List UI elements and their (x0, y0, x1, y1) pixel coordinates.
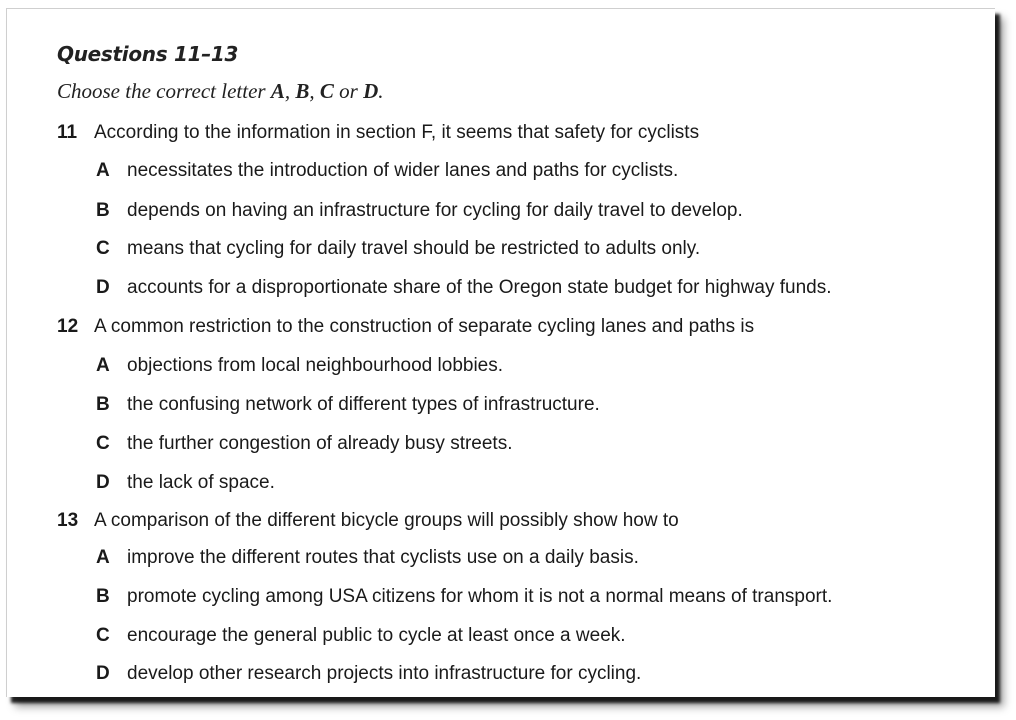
answer-option[interactable]: Aimprove the different routes that cycli… (96, 546, 639, 570)
option-text: depends on having an infrastructure for … (127, 200, 743, 221)
question-number: 13 (57, 510, 79, 531)
answer-option[interactable]: Cmeans that cycling for daily travel sho… (96, 237, 700, 261)
instruction-or: or (333, 79, 364, 103)
answer-option[interactable]: Bpromote cycling among USA citizens for … (96, 585, 832, 609)
option-text: improve the different routes that cyclis… (127, 547, 639, 568)
option-text: encourage the general public to cycle at… (127, 625, 626, 646)
instruction-letter-b: B (295, 79, 310, 103)
instruction-separator: , (309, 79, 320, 103)
option-text: objections from local neighbourhood lobb… (127, 355, 504, 376)
option-letter: B (96, 200, 110, 221)
question-page: Questions 11–13 Choose the correct lette… (6, 8, 995, 697)
answer-option[interactable]: Bdepends on having an infrastructure for… (96, 199, 743, 223)
option-letter: A (96, 355, 110, 376)
instruction-letter-c: C (319, 79, 334, 103)
answer-option[interactable]: Cencourage the general public to cycle a… (96, 624, 626, 648)
option-letter: C (96, 625, 110, 646)
option-letter: D (96, 472, 110, 493)
option-letter: A (96, 547, 110, 568)
option-text: develop other research projects into inf… (127, 663, 642, 684)
option-letter: B (96, 394, 110, 415)
question-13: 13 A comparison of the different bicycle … (57, 509, 679, 533)
answer-option[interactable]: Anecessitates the introduction of wider … (96, 159, 678, 183)
instruction-letter-d: D (363, 79, 379, 103)
option-text: necessitates the introduction of wider l… (127, 160, 679, 181)
instruction-separator: , (284, 79, 296, 103)
option-letter: C (96, 433, 110, 454)
option-text: the confusing network of different types… (127, 394, 600, 415)
question-number: 12 (57, 316, 79, 337)
option-letter: C (96, 238, 110, 259)
question-stem: A common restriction to the construction… (94, 316, 755, 337)
question-12: 12 A common restriction to the constructi… (57, 315, 754, 339)
answer-option[interactable]: Cthe further congestion of already busy … (96, 432, 513, 456)
section-title: Questions 11–13 (57, 42, 239, 66)
question-number: 11 (57, 122, 78, 143)
option-text: means that cycling for daily travel shou… (127, 238, 701, 259)
instruction-prefix: Choose the correct letter (57, 79, 271, 103)
question-11: 11 According to the information in sectio… (57, 121, 699, 145)
answer-option[interactable]: Daccounts for a disproportionate share o… (96, 276, 832, 300)
option-text: promote cycling among USA citizens for w… (127, 586, 833, 607)
option-text: the lack of space. (127, 472, 275, 493)
option-letter: A (96, 160, 110, 181)
instruction-letter-a: A (270, 79, 285, 103)
option-letter: D (96, 277, 110, 298)
question-stem: According to the information in section … (94, 122, 700, 143)
instruction: Choose the correct letter A, B, C or D. (57, 79, 384, 104)
option-text: accounts for a disproportionate share of… (127, 277, 832, 298)
question-stem: A comparison of the different bicycle gr… (94, 510, 679, 531)
answer-option[interactable]: Bthe confusing network of different type… (96, 393, 600, 417)
answer-option[interactable]: Aobjections from local neighbourhood lob… (96, 354, 503, 378)
option-text: the further congestion of already busy s… (127, 433, 513, 454)
answer-option[interactable]: Dthe lack of space. (96, 471, 275, 495)
option-letter: B (96, 586, 110, 607)
option-letter: D (96, 663, 110, 684)
answer-option[interactable]: Ddevelop other research projects into in… (96, 662, 641, 686)
instruction-suffix: . (378, 79, 384, 103)
